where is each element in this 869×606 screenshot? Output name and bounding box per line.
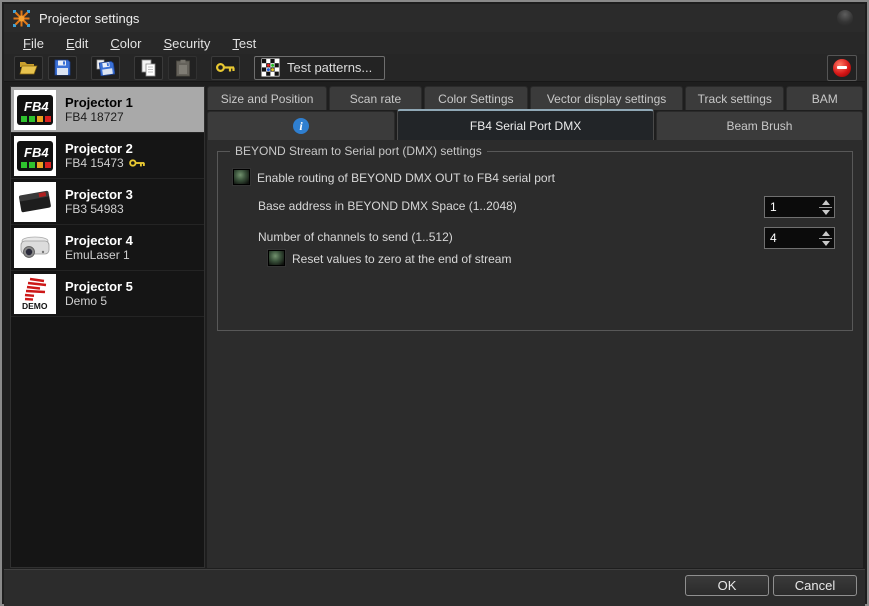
key-icon	[216, 62, 236, 73]
info-icon: i	[293, 118, 309, 134]
status-sphere-icon	[837, 10, 853, 26]
settings-content: Size and Position Scan rate Color Settin…	[207, 86, 863, 568]
title-bar: Projector settings	[4, 4, 865, 32]
copy-button[interactable]	[134, 56, 163, 80]
test-patterns-icon	[261, 58, 280, 77]
fb4-device-icon: FB4	[14, 136, 56, 176]
enable-routing-checkbox[interactable]	[233, 169, 250, 185]
menu-bar: File Edit Color Security Test	[4, 32, 865, 54]
save-as-floppy-icon	[96, 59, 115, 76]
reset-values-label: Reset values to zero at the end of strea…	[292, 252, 511, 266]
menu-color[interactable]: Color	[99, 34, 152, 53]
spin-down-icon[interactable]	[822, 210, 830, 215]
remove-projector-button[interactable]	[827, 55, 857, 81]
projector-settings-window: Projector settings File Edit Color Secur…	[0, 0, 869, 606]
channels-spin-arrows[interactable]	[817, 228, 834, 248]
tab-color-settings[interactable]: Color Settings	[424, 86, 528, 110]
tab-info[interactable]: i	[207, 111, 395, 140]
projector-subtitle: EmuLaser 1	[65, 248, 130, 263]
open-button[interactable]	[14, 56, 43, 80]
projector-name: Projector 4	[65, 233, 133, 248]
save-button[interactable]	[48, 56, 77, 80]
base-address-label: Base address in BEYOND DMX Space (1..204…	[258, 199, 517, 213]
test-patterns-button[interactable]: Test patterns...	[254, 56, 385, 80]
cancel-button[interactable]: Cancel	[773, 575, 857, 596]
paste-clipboard-icon	[175, 59, 191, 77]
tab-scan-rate[interactable]: Scan rate	[329, 86, 421, 110]
projector-subtitle: FB4 18727	[65, 110, 124, 125]
laser-burst-icon	[12, 9, 31, 28]
emulaser-device-icon	[14, 228, 56, 268]
tab-row-2: i FB4 Serial Port DMX Beam Brush	[207, 111, 863, 140]
footer-bar: OK Cancel	[4, 569, 865, 606]
tab-vector-display-settings[interactable]: Vector display settings	[530, 86, 683, 110]
tab-fb4-serial-port-dmx[interactable]: FB4 Serial Port DMX	[397, 109, 654, 140]
copy-pages-icon	[140, 59, 157, 77]
reset-values-checkbox[interactable]	[268, 250, 285, 266]
dmx-settings-group: BEYOND Stream to Serial port (DMX) setti…	[217, 151, 853, 331]
projector-name: Projector 5	[65, 279, 133, 294]
tab-beam-brush[interactable]: Beam Brush	[656, 111, 863, 140]
locked-key-icon	[129, 158, 146, 168]
ok-button[interactable]: OK	[685, 575, 769, 596]
channels-label: Number of channels to send (1..512)	[258, 230, 453, 244]
open-folder-icon	[19, 60, 38, 75]
fb4-device-icon: FB4	[14, 90, 56, 130]
projector-name: Projector 3	[65, 187, 133, 202]
save-as-button[interactable]	[91, 56, 120, 80]
projector-list-item-3[interactable]: Projector 3 FB3 54983	[11, 179, 204, 225]
projector-subtitle: FB3 54983	[65, 202, 124, 217]
demo-device-icon: DEMO	[14, 274, 56, 314]
spin-down-icon[interactable]	[822, 241, 830, 246]
remove-minus-icon	[833, 59, 851, 77]
save-floppy-icon	[54, 59, 71, 76]
spin-up-icon[interactable]	[822, 200, 830, 205]
svg-text:FB4: FB4	[24, 99, 49, 114]
fb4-serial-dmx-page: BEYOND Stream to Serial port (DMX) setti…	[207, 140, 863, 568]
projector-list: FB4 Projector 1 FB4 18727 FB4	[10, 86, 205, 568]
security-key-button[interactable]	[211, 56, 240, 80]
menu-security[interactable]: Security	[152, 34, 221, 53]
tab-track-settings[interactable]: Track settings	[685, 86, 784, 110]
menu-edit[interactable]: Edit	[55, 34, 99, 53]
svg-text:DEMO: DEMO	[22, 301, 48, 311]
svg-text:FB4: FB4	[24, 145, 49, 160]
projector-subtitle: FB4 15473	[65, 156, 124, 171]
projector-subtitle: Demo 5	[65, 294, 107, 309]
window-title: Projector settings	[39, 11, 139, 26]
base-address-spinbox[interactable]: 1	[764, 196, 835, 218]
base-address-spin-arrows[interactable]	[817, 197, 834, 217]
test-patterns-label: Test patterns...	[287, 60, 372, 75]
spin-up-icon[interactable]	[822, 231, 830, 236]
tab-bam[interactable]: BAM	[786, 86, 863, 110]
channels-spinbox[interactable]: 4	[764, 227, 835, 249]
base-address-value: 1	[765, 197, 817, 217]
fb3-device-icon	[14, 182, 56, 222]
tab-size-and-position[interactable]: Size and Position	[207, 86, 327, 110]
projector-list-item-5[interactable]: DEMO Projector 5 Demo 5	[11, 271, 204, 317]
projector-list-item-2[interactable]: FB4 Projector 2 FB4 15473	[11, 133, 204, 179]
channels-value: 4	[765, 228, 817, 248]
projector-name: Projector 2	[65, 141, 146, 156]
group-title: BEYOND Stream to Serial port (DMX) setti…	[230, 144, 487, 158]
projector-name: Projector 1	[65, 95, 133, 110]
toolbar: Test patterns...	[4, 54, 865, 82]
projector-list-item-4[interactable]: Projector 4 EmuLaser 1	[11, 225, 204, 271]
menu-test[interactable]: Test	[221, 34, 267, 53]
enable-routing-label: Enable routing of BEYOND DMX OUT to FB4 …	[257, 171, 555, 185]
paste-button[interactable]	[168, 56, 197, 80]
projector-list-item-1[interactable]: FB4 Projector 1 FB4 18727	[11, 87, 204, 133]
menu-file[interactable]: File	[12, 34, 55, 53]
tab-row-1: Size and Position Scan rate Color Settin…	[207, 86, 863, 110]
